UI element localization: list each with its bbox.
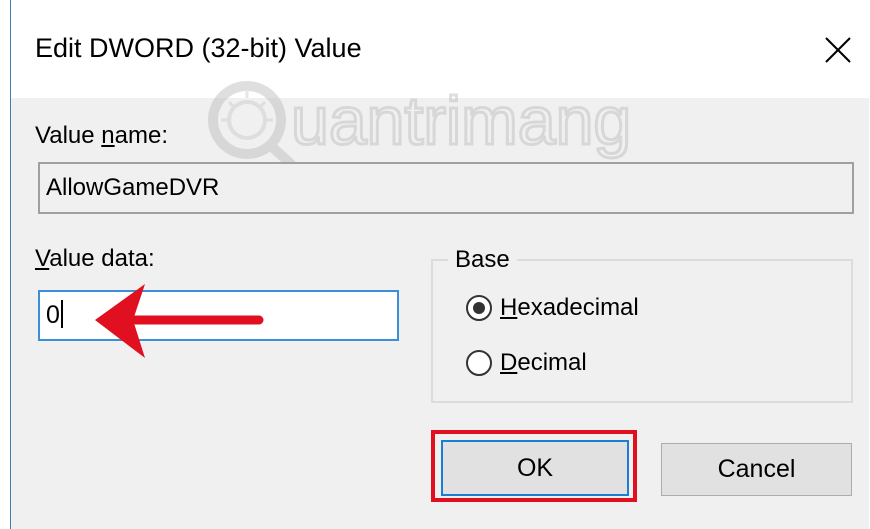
base-legend: Base [448, 246, 517, 274]
value-name-label: Value name: [35, 122, 168, 149]
edit-dword-dialog: Edit DWORD (32-bit) Value uantrimang Val… [10, 0, 869, 529]
decimal-label: Decimal [500, 349, 587, 376]
hexadecimal-radio[interactable]: Hexadecimal [466, 294, 639, 322]
red-arrow-annotation [95, 284, 264, 358]
radio-selected-icon [466, 295, 492, 321]
radio-unselected-icon [466, 350, 492, 376]
close-button[interactable] [810, 22, 866, 78]
decimal-radio[interactable]: Decimal [466, 349, 587, 377]
value-data-label: Value data: [35, 245, 155, 272]
dialog-title: Edit DWORD (32-bit) Value [35, 33, 362, 63]
text-caret [60, 300, 63, 328]
hexadecimal-label: Hexadecimal [500, 294, 639, 321]
title-bar: Edit DWORD (32-bit) Value [11, 0, 869, 98]
cancel-button[interactable]: Cancel [661, 443, 852, 496]
value-name-field: AllowGameDVR [38, 162, 854, 214]
ok-button[interactable]: OK [441, 440, 629, 496]
base-groupbox [431, 259, 853, 403]
close-icon [825, 37, 851, 63]
